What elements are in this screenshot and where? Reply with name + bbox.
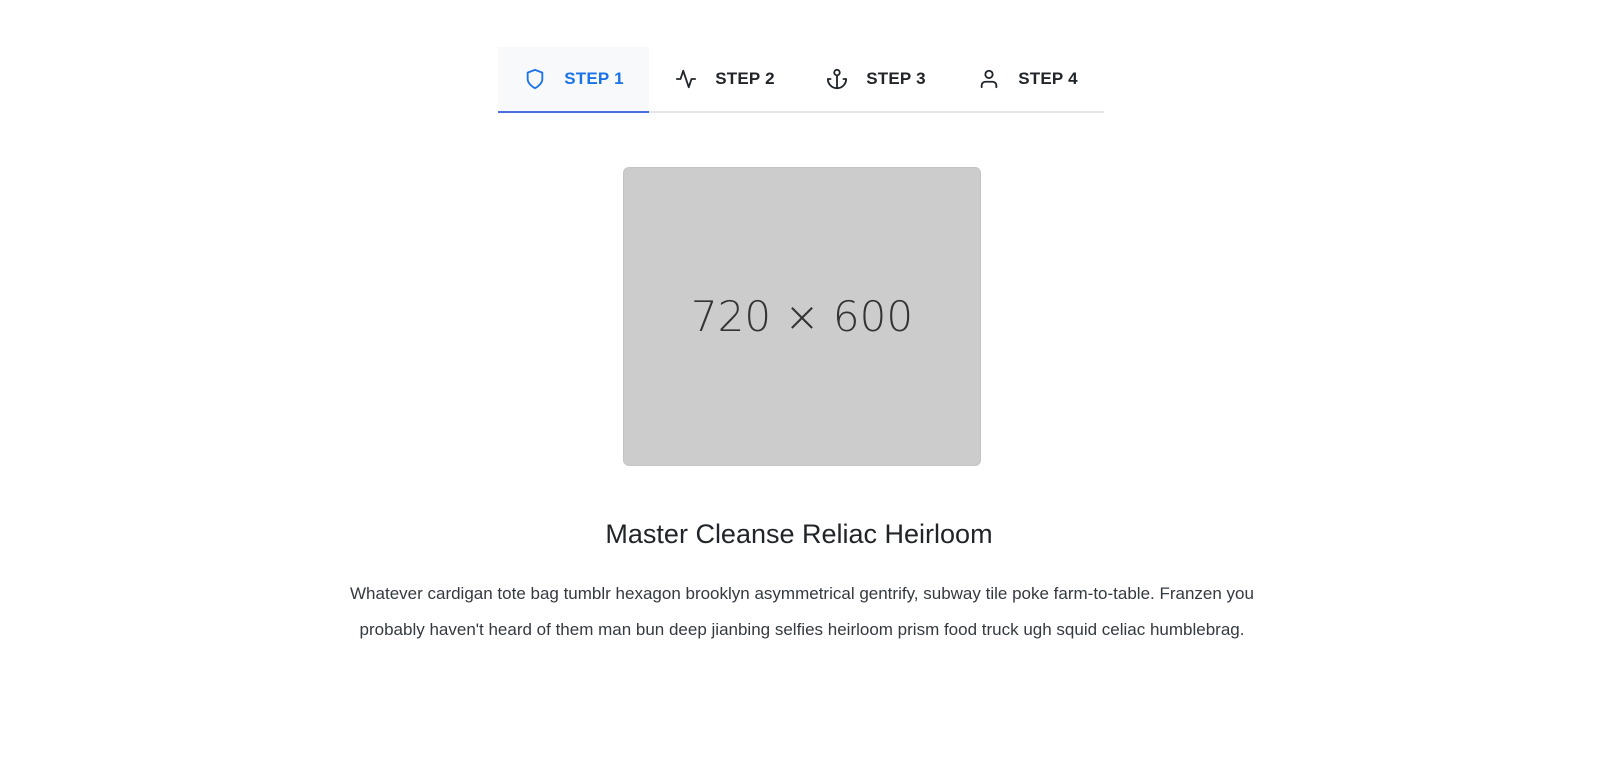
tab-step-2[interactable]: STEP 2 bbox=[649, 47, 800, 111]
tab-step-3[interactable]: STEP 3 bbox=[800, 47, 951, 111]
tab-step-2-label: STEP 2 bbox=[715, 69, 775, 88]
image-placeholder-text: 720 × 600 bbox=[690, 292, 914, 341]
step-tabs: STEP 1 STEP 2 STEP 3 STEP 4 bbox=[498, 47, 1104, 113]
tab-step-1[interactable]: STEP 1 bbox=[498, 47, 649, 113]
tab-step-4-label: STEP 4 bbox=[1018, 69, 1078, 88]
tab-step-1-label: STEP 1 bbox=[564, 69, 624, 88]
activity-icon bbox=[674, 67, 698, 91]
tab-step-3-label: STEP 3 bbox=[866, 69, 926, 88]
tab-step-4[interactable]: STEP 4 bbox=[951, 47, 1104, 111]
anchor-icon bbox=[825, 67, 849, 91]
image-placeholder: 720 × 600 bbox=[623, 167, 981, 466]
content-title: Master Cleanse Reliac Heirloom bbox=[605, 519, 993, 549]
shield-icon bbox=[523, 67, 547, 91]
user-icon bbox=[977, 67, 1001, 91]
content-description: Whatever cardigan tote bag tumblr hexago… bbox=[350, 584, 1254, 639]
